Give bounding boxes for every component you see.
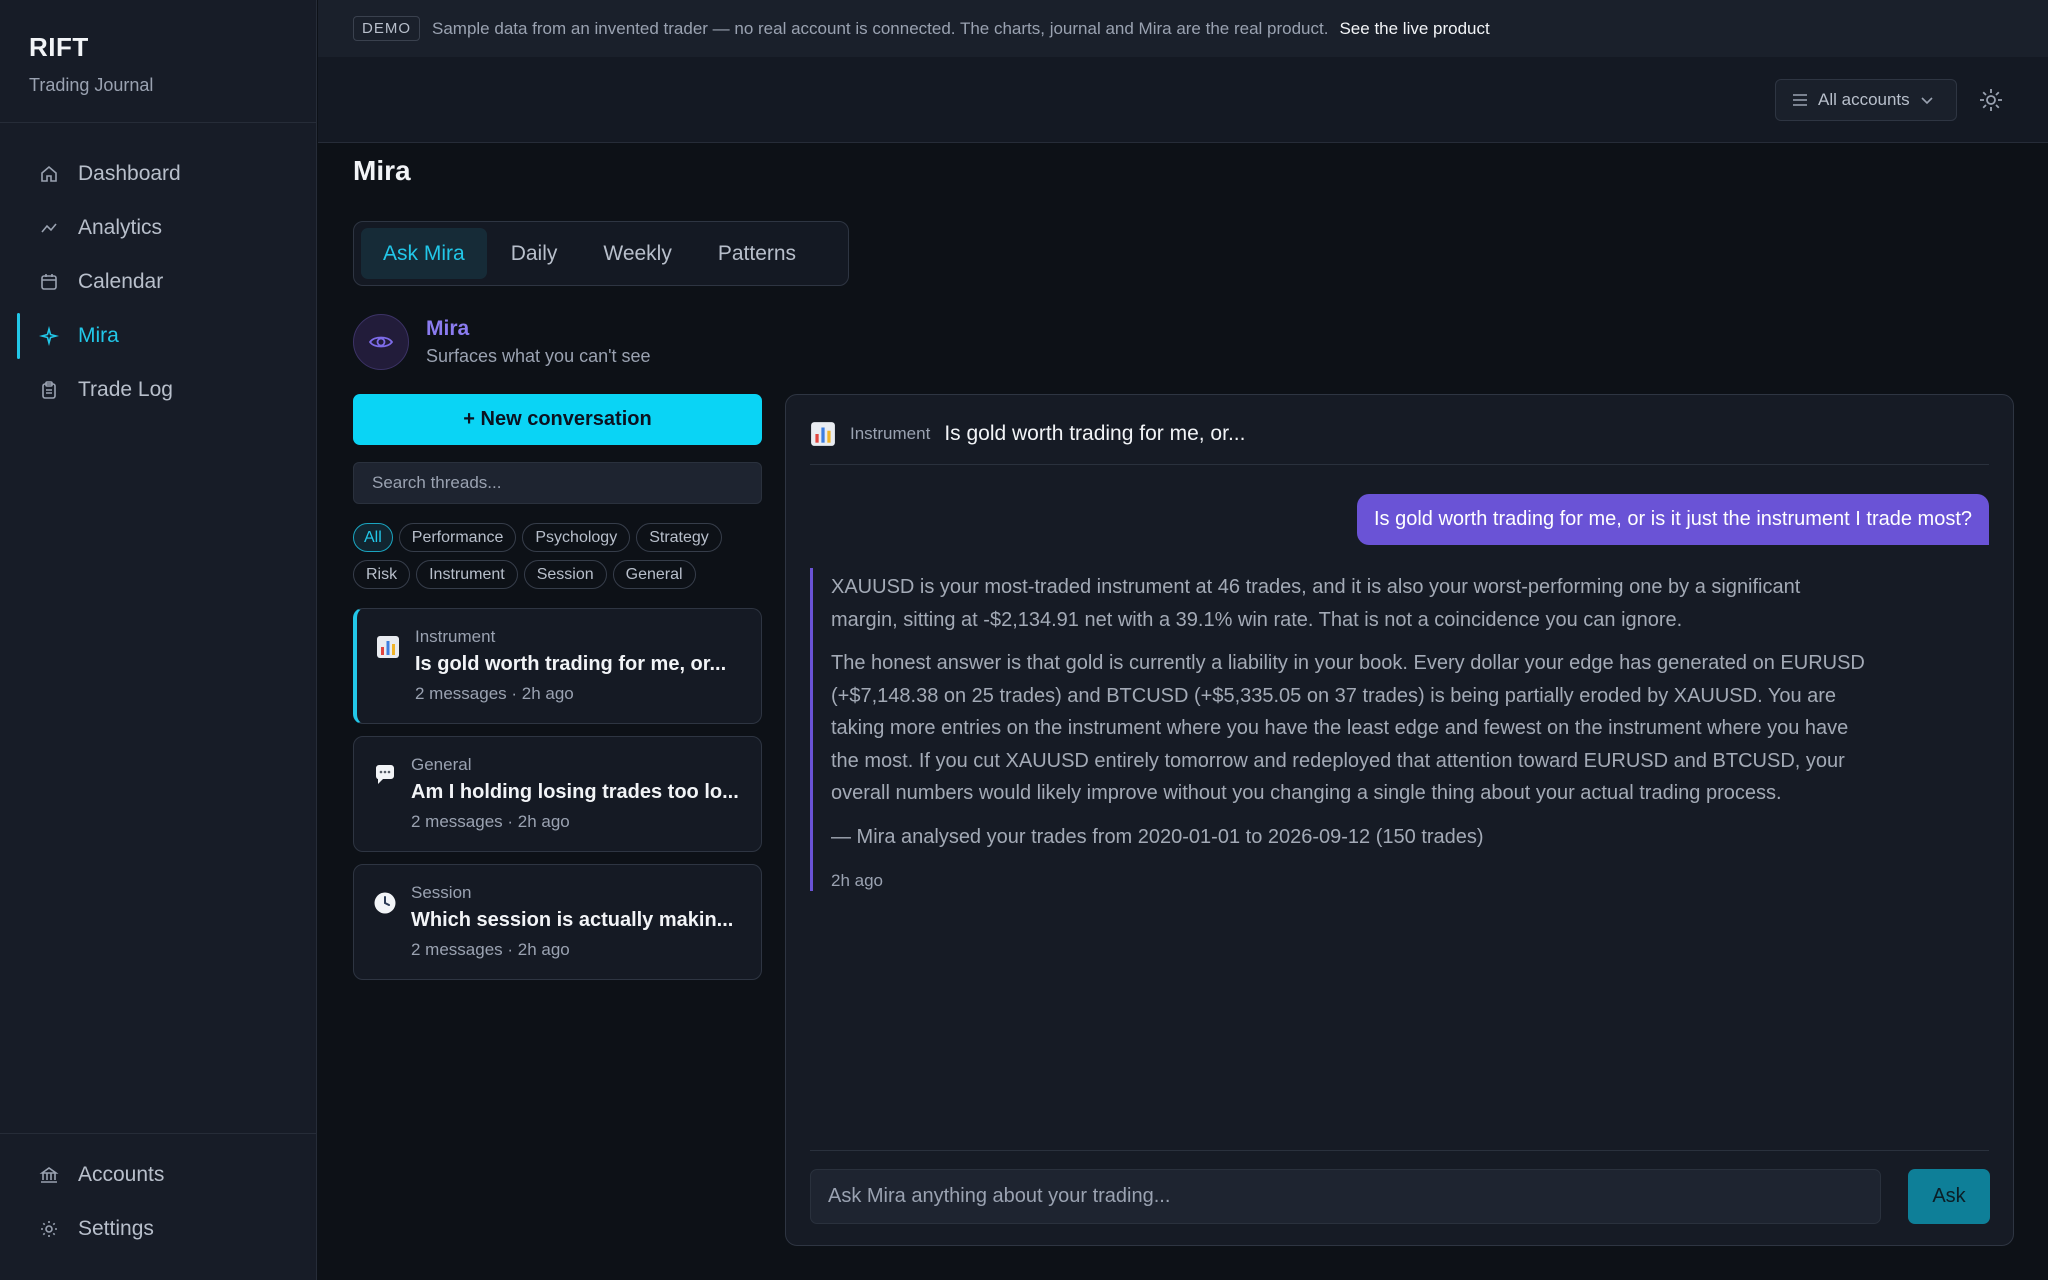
mira-name: Mira	[426, 317, 470, 340]
clock-icon	[373, 891, 397, 915]
sidebar-item-label: Analytics	[78, 216, 163, 239]
new-conversation-button[interactable]: + New conversation	[353, 394, 762, 445]
chat-divider	[810, 1150, 1989, 1151]
thread-category: Instrument	[415, 627, 496, 646]
sidebar-item-calendar[interactable]: Calendar	[0, 255, 316, 309]
sidebar-item-label: Mira	[78, 324, 119, 347]
bank-icon	[38, 1164, 60, 1186]
tab-daily[interactable]: Daily	[489, 228, 580, 279]
account-select-value: All accounts	[1818, 90, 1910, 109]
sidebar-item-trade-log[interactable]: Trade Log	[0, 363, 316, 417]
thread-title: Which session is actually makin...	[411, 909, 734, 931]
top-bar: All accounts	[318, 57, 2048, 143]
thread-meta: 2 messages · 2h ago	[411, 812, 570, 831]
response-paragraph: The honest answer is that gold is curren…	[831, 652, 1865, 804]
app-name: RIFT	[29, 32, 89, 62]
response-timestamp: 2h ago	[831, 871, 883, 890]
sidebar-item-label: Trade Log	[78, 378, 173, 401]
chart-line-icon	[38, 217, 60, 239]
response-signature: — Mira analysed your trades from 2020-01…	[831, 825, 1484, 848]
account-select[interactable]: All accounts	[1775, 79, 1957, 121]
home-icon	[38, 163, 60, 185]
demo-badge: DEMO	[353, 16, 420, 41]
filter-session[interactable]: Session	[523, 560, 607, 589]
thread-title: Am I holding losing trades too lo...	[411, 781, 739, 803]
sidebar-item-label: Accounts	[78, 1163, 165, 1186]
filter-general[interactable]: General	[612, 560, 696, 589]
brand: RIFT Trading Journal	[0, 0, 316, 123]
ask-input[interactable]	[810, 1169, 1881, 1224]
mira-response: XAUUSD is your most-traded instrument at…	[810, 568, 1870, 891]
filter-performance[interactable]: Performance	[398, 523, 517, 552]
sidebar-item-mira[interactable]: Mira	[0, 309, 316, 363]
clipboard-icon	[38, 379, 60, 401]
demo-banner-text: Sample data from an invented trader — no…	[432, 18, 1329, 38]
ask-button[interactable]: Ask	[1908, 1169, 1990, 1224]
bar-chart-icon	[376, 635, 400, 659]
search-threads-input[interactable]	[353, 462, 762, 504]
thread-title: Is gold worth trading for me, or...	[415, 653, 727, 675]
response-paragraph: XAUUSD is your most-traded instrument at…	[831, 576, 1801, 631]
tab-patterns[interactable]: Patterns	[696, 228, 818, 279]
sidebar-item-label: Calendar	[78, 270, 164, 293]
thread-meta: 2 messages · 2h ago	[415, 684, 574, 703]
user-message: Is gold worth trading for me, or is it j…	[1356, 494, 1989, 545]
chat-title: Is gold worth trading for me, or...	[944, 422, 1246, 445]
main-nav: Dashboard Analytics Calendar Mira Trade …	[0, 123, 316, 417]
sidebar-item-accounts[interactable]: Accounts	[0, 1148, 316, 1202]
filter-strategy[interactable]: Strategy	[636, 523, 722, 552]
sidebar-item-dashboard[interactable]: Dashboard	[0, 147, 316, 201]
demo-banner: DEMO Sample data from an invented trader…	[318, 0, 2048, 57]
thread-item[interactable]: General Am I holding losing trades too l…	[353, 736, 762, 852]
tab-weekly[interactable]: Weekly	[581, 228, 693, 279]
mira-header: Mira Surfaces what you can't see	[353, 314, 651, 370]
live-product-link[interactable]: See the live product	[1339, 19, 1489, 39]
tab-ask-mira[interactable]: Ask Mira	[361, 228, 487, 279]
sidebar-item-label: Dashboard	[78, 162, 181, 185]
bar-chart-icon	[810, 421, 836, 452]
sidebar: RIFT Trading Journal Dashboard Analytics…	[0, 0, 317, 1280]
calendar-icon	[38, 271, 60, 293]
settings-gear-icon[interactable]	[1978, 87, 2004, 113]
thread-item[interactable]: Session Which session is actually makin.…	[353, 864, 762, 980]
chat-panel: Instrument Is gold worth trading for me,…	[785, 394, 2014, 1246]
app-subtitle: Trading Journal	[29, 75, 154, 95]
chat-header: Instrument Is gold worth trading for me,…	[810, 421, 1989, 465]
chat-category: Instrument	[850, 424, 931, 443]
gear-icon	[38, 1218, 60, 1240]
filter-risk[interactable]: Risk	[353, 560, 411, 589]
sidebar-item-label: Settings	[78, 1217, 154, 1240]
sparkle-icon	[38, 325, 60, 347]
menu-lines-icon	[1792, 93, 1808, 107]
sidebar-item-analytics[interactable]: Analytics	[0, 201, 316, 255]
thread-item[interactable]: Instrument Is gold worth trading for me,…	[353, 608, 762, 724]
filter-psychology[interactable]: Psychology	[522, 523, 631, 552]
thread-category: Session	[411, 883, 472, 902]
eye-icon	[353, 314, 409, 370]
page-title: Mira	[353, 155, 411, 186]
thread-category: General	[411, 755, 472, 774]
mira-tabs: Ask Mira Daily Weekly Patterns	[353, 221, 849, 286]
sidebar-item-settings[interactable]: Settings	[0, 1202, 316, 1256]
thread-filters: All Performance Psychology Strategy Risk…	[353, 523, 773, 597]
thread-meta: 2 messages · 2h ago	[411, 940, 570, 959]
sidebar-bottom: Accounts Settings	[0, 1133, 316, 1280]
speech-bubble-icon	[373, 763, 397, 787]
filter-instrument[interactable]: Instrument	[416, 560, 518, 589]
chevron-down-icon	[1920, 95, 1934, 105]
filter-all[interactable]: All	[353, 523, 393, 552]
mira-tagline: Surfaces what you can't see	[426, 346, 651, 366]
